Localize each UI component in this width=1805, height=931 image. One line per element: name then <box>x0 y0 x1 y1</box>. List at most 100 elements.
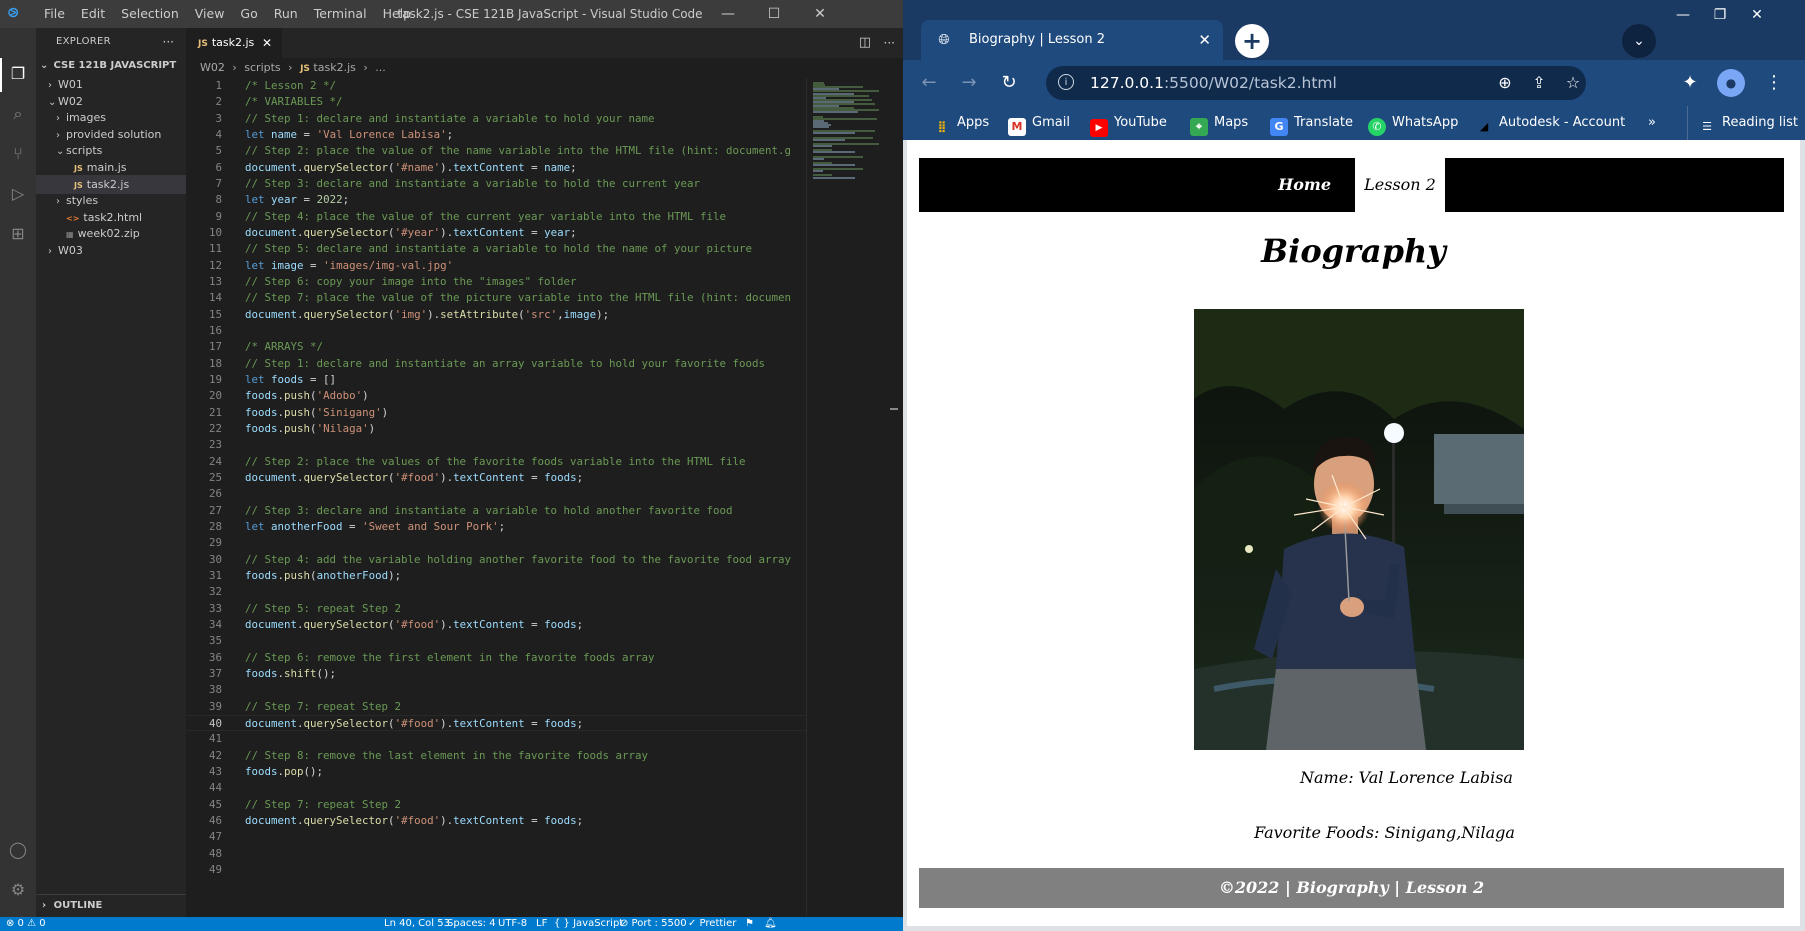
problems-status[interactable]: ⊗ 0 ⚠ 0 <box>6 917 46 931</box>
extensions-icon[interactable]: ⊞ <box>8 224 28 244</box>
code-line[interactable]: 33 // Step 5: repeat Step 2 <box>186 601 806 618</box>
code-line[interactable]: 37 foods.shift(); <box>186 666 806 683</box>
code-line[interactable]: 4 let name = 'Val Lorence Labisa'; <box>186 127 806 144</box>
code-line[interactable]: 36 // Step 6: remove the first element in… <box>186 650 806 667</box>
explorer-icon[interactable]: ❐ <box>8 64 28 84</box>
tree-item[interactable]: › W03 <box>36 241 186 260</box>
code-line[interactable]: 12 let image = 'images/img-val.jpg' <box>186 258 806 275</box>
code-line[interactable]: 29 <box>186 535 806 552</box>
live-server-port[interactable]: ⊘ Port : 5500 <box>620 917 687 931</box>
account-icon[interactable]: ◯ <box>8 840 28 860</box>
code-line[interactable]: 44 <box>186 780 806 797</box>
code-line[interactable]: 35 <box>186 633 806 650</box>
back-icon[interactable]: ← <box>917 71 941 95</box>
code-line[interactable]: 22 foods.push('Nilaga') <box>186 421 806 438</box>
code-line[interactable]: 47 <box>186 829 806 846</box>
reload-icon[interactable]: ↻ <box>997 71 1021 95</box>
bookmark-maps[interactable]: ⌖ Maps <box>1190 106 1248 140</box>
code-line[interactable]: 45 // Step 7: repeat Step 2 <box>186 797 806 814</box>
restore-icon[interactable]: ❐ <box>1702 4 1738 26</box>
tab-close-icon[interactable]: ✕ <box>1198 20 1211 60</box>
tab-search-icon[interactable]: ⌄ <box>1622 24 1656 58</box>
search-icon[interactable]: ⌕ <box>8 104 28 124</box>
code-line[interactable]: 13 // Step 6: copy your image into the "i… <box>186 274 806 291</box>
breadcrumb-item[interactable]: ... <box>375 61 386 74</box>
language-mode[interactable]: { } JavaScript <box>554 917 623 931</box>
code-line[interactable]: 30 // Step 4: add the variable holding an… <box>186 552 806 569</box>
code-line[interactable]: 39 // Step 7: repeat Step 2 <box>186 699 806 716</box>
code-line[interactable]: 21 foods.push('Sinigang') <box>186 405 806 422</box>
code-line[interactable]: 38 <box>186 682 806 699</box>
code-line[interactable]: 34 document.querySelector('#food').textCo… <box>186 617 806 634</box>
bookmark-apps[interactable]: ⣿ Apps <box>933 106 989 140</box>
maximize-icon[interactable]: ☐ <box>751 0 797 28</box>
outline-section[interactable]: › OUTLINE <box>36 894 186 917</box>
code-line[interactable]: 41 <box>186 731 806 748</box>
source-control-icon[interactable]: ⑂ <box>8 144 28 164</box>
code-line[interactable]: 18 // Step 1: declare and instantiate an … <box>186 356 806 373</box>
tab-close-icon[interactable]: ✕ <box>262 28 272 58</box>
address-bar[interactable]: i 127.0.0.1:5500/W02/task2.html ⊕ ⇪ ☆ <box>1046 66 1586 100</box>
menu-view[interactable]: View <box>187 0 233 28</box>
code-line[interactable]: 43 foods.pop(); <box>186 764 806 781</box>
forward-icon[interactable]: → <box>957 71 981 95</box>
code-line[interactable]: 28 let anotherFood = 'Sweet and Sour Pork… <box>186 519 806 536</box>
menu-go[interactable]: Go <box>232 0 265 28</box>
code-line[interactable]: 1 /* Lesson 2 */ <box>186 78 806 95</box>
menu-edit[interactable]: Edit <box>73 0 113 28</box>
indentation-status[interactable]: Spaces: 4 <box>447 917 496 931</box>
breadcrumb-item[interactable]: task2.js <box>313 61 355 74</box>
bookmark-translate[interactable]: G Translate <box>1270 106 1353 140</box>
code-line[interactable]: 7 // Step 3: declare and instantiate a va… <box>186 176 806 193</box>
code-line[interactable]: 49 <box>186 862 806 879</box>
code-line[interactable]: 6 document.querySelector('#name').textCon… <box>186 160 806 177</box>
code-line[interactable]: 25 document.querySelector('#food').textCo… <box>186 470 806 487</box>
notifications-icon[interactable]: 🔔︎ <box>764 917 777 931</box>
profile-avatar[interactable]: ● <box>1717 69 1745 97</box>
code-line[interactable]: 11 // Step 5: declare and instantiate a v… <box>186 241 806 258</box>
code-line[interactable]: 31 foods.push(anotherFood); <box>186 568 806 585</box>
menu-run[interactable]: Run <box>266 0 306 28</box>
code-line[interactable]: 9 // Step 4: place the value of the curre… <box>186 209 806 226</box>
new-tab-button[interactable]: + <box>1235 24 1269 58</box>
code-line[interactable]: 32 <box>186 584 806 601</box>
feedback-icon[interactable]: ⚑ <box>745 917 754 931</box>
code-line[interactable]: 5 // Step 2: place the value of the name … <box>186 143 806 160</box>
code-line[interactable]: 16 <box>186 323 806 340</box>
code-line[interactable]: 14 // Step 7: place the value of the pict… <box>186 290 806 307</box>
cursor-position[interactable]: Ln 40, Col 53 <box>384 917 450 931</box>
tab-task2-js[interactable]: JS task2.js ✕ <box>186 28 282 58</box>
more-actions-icon[interactable]: ··· <box>163 28 174 56</box>
close-icon[interactable]: ✕ <box>797 0 843 28</box>
minimap[interactable] <box>806 78 887 916</box>
run-debug-icon[interactable]: ▷ <box>8 184 28 204</box>
editor-scrollbar[interactable] <box>886 78 900 916</box>
code-line[interactable]: 8 let year = 2022; <box>186 192 806 209</box>
browser-tab[interactable]: 🌐︎ Biography | Lesson 2 ✕ <box>921 20 1223 60</box>
code-line[interactable]: 19 let foods = [] <box>186 372 806 389</box>
code-line[interactable]: 23 <box>186 437 806 454</box>
bookmark-youtube[interactable]: ▶ YouTube <box>1090 106 1167 140</box>
zoom-icon[interactable]: ⊕ <box>1494 72 1516 94</box>
breadcrumb-item[interactable]: W02 <box>200 61 225 74</box>
code-line[interactable]: 42 // Step 8: remove the last element in … <box>186 748 806 765</box>
nav-home-link[interactable]: Home <box>919 158 1355 212</box>
code-line[interactable]: 48 <box>186 846 806 863</box>
workspace-root[interactable]: ⌄ CSE 121B JAVASCRIPT <box>36 56 186 75</box>
bookmark-star-icon[interactable]: ☆ <box>1562 72 1584 94</box>
bookmarks-overflow-icon[interactable]: » <box>1648 106 1656 140</box>
close-icon[interactable]: ✕ <box>1739 4 1775 26</box>
code-line[interactable]: 40 document.querySelector('#food').textCo… <box>186 714 806 732</box>
code-line[interactable]: 10 document.querySelector('#year').textCo… <box>186 225 806 242</box>
bookmark-gmail[interactable]: M Gmail <box>1008 106 1070 140</box>
code-line[interactable]: 26 <box>186 486 806 503</box>
chrome-menu-icon[interactable]: ⋮ <box>1762 71 1786 95</box>
encoding-status[interactable]: UTF-8 <box>498 917 527 931</box>
menu-terminal[interactable]: Terminal <box>306 0 375 28</box>
bookmark-whatsapp[interactable]: ✆ WhatsApp <box>1368 106 1458 140</box>
menu-file[interactable]: File <box>36 0 73 28</box>
code-line[interactable]: 3 // Step 1: declare and instantiate a va… <box>186 111 806 128</box>
code-line[interactable]: 20 foods.push('Adobo') <box>186 388 806 405</box>
code-line[interactable]: 24 // Step 2: place the values of the fav… <box>186 454 806 471</box>
menu-selection[interactable]: Selection <box>113 0 187 28</box>
